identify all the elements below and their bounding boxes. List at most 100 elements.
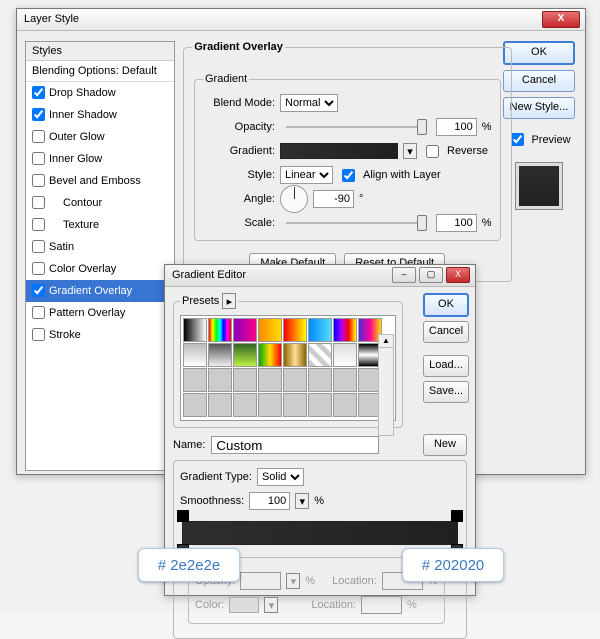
scale-slider[interactable] [286, 222, 425, 224]
style-checkbox[interactable] [32, 328, 45, 341]
style-item-satin[interactable]: Satin [26, 236, 174, 258]
style-item-outer-glow[interactable]: Outer Glow [26, 126, 174, 148]
style-item-inner-shadow[interactable]: Inner Shadow [26, 104, 174, 126]
preset-swatch[interactable] [333, 343, 357, 367]
style-checkbox[interactable] [32, 240, 45, 253]
opacity-stop-right[interactable] [451, 510, 463, 522]
style-checkbox[interactable] [32, 306, 45, 319]
angle-dial[interactable] [280, 185, 308, 213]
preset-swatch[interactable] [233, 393, 257, 417]
reverse-label: Reverse [447, 145, 488, 157]
gradient-type-select[interactable]: Solid [257, 468, 304, 486]
style-item-contour[interactable]: Contour [26, 192, 174, 214]
preset-swatch[interactable] [183, 393, 207, 417]
style-item-bevel-and-emboss[interactable]: Bevel and Emboss [26, 170, 174, 192]
angle-input[interactable] [313, 190, 354, 208]
gradient-track[interactable] [182, 521, 458, 545]
preset-swatch[interactable] [233, 343, 257, 367]
style-item-gradient-overlay[interactable]: Gradient Overlay [26, 280, 174, 302]
preset-swatch[interactable] [258, 343, 282, 367]
preset-swatch[interactable] [233, 368, 257, 392]
preset-swatch[interactable] [208, 368, 232, 392]
preset-swatch[interactable] [283, 318, 307, 342]
titlebar[interactable]: Layer Style X [17, 9, 585, 31]
scrollbar[interactable]: ▲ [378, 334, 394, 436]
style-checkbox[interactable] [32, 174, 45, 187]
style-select[interactable]: Linear [280, 166, 333, 184]
style-label: Inner Glow [49, 153, 102, 165]
ge-cancel-button[interactable]: Cancel [423, 321, 469, 343]
style-checkbox[interactable] [32, 284, 45, 297]
chevron-down-icon[interactable]: ▾ [295, 493, 309, 509]
preset-swatch[interactable] [208, 343, 232, 367]
stop-opacity-input [240, 572, 281, 590]
preset-swatch[interactable] [258, 368, 282, 392]
style-item-color-overlay[interactable]: Color Overlay [26, 258, 174, 280]
ok-button[interactable]: OK [503, 41, 575, 65]
preset-swatch[interactable] [283, 393, 307, 417]
preset-swatch[interactable] [208, 318, 232, 342]
scale-input[interactable] [436, 214, 477, 232]
styles-header[interactable]: Styles [26, 42, 174, 61]
style-checkbox[interactable] [32, 262, 45, 275]
angle-label: Angle: [203, 193, 275, 205]
blending-options[interactable]: Blending Options: Default [26, 61, 174, 82]
style-checkbox[interactable] [32, 152, 45, 165]
opacity-input[interactable] [436, 118, 477, 136]
presets-menu-icon[interactable]: ▸ [222, 293, 236, 309]
ge-save-button[interactable]: Save... [423, 381, 469, 403]
style-label: Stroke [49, 329, 81, 341]
preset-swatch[interactable] [308, 343, 332, 367]
preset-swatch[interactable] [333, 368, 357, 392]
ge-name-input[interactable] [211, 436, 379, 454]
style-checkbox[interactable] [32, 108, 45, 121]
preset-swatch[interactable] [183, 318, 207, 342]
style-label: Outer Glow [49, 131, 105, 143]
style-checkbox[interactable] [32, 86, 45, 99]
preset-swatch[interactable] [233, 318, 257, 342]
preset-swatch[interactable] [183, 343, 207, 367]
preview-checkbox[interactable] [511, 133, 524, 146]
new-style-button[interactable]: New Style... [503, 97, 575, 119]
annotation-badge-right: # 202020 [402, 548, 504, 582]
maximize-icon[interactable]: ▢ [419, 267, 443, 283]
preset-swatch[interactable] [258, 393, 282, 417]
preset-swatch[interactable] [308, 393, 332, 417]
style-item-pattern-overlay[interactable]: Pattern Overlay [26, 302, 174, 324]
ge-ok-button[interactable]: OK [423, 293, 469, 317]
minimize-icon[interactable]: – [392, 267, 416, 283]
ge-titlebar[interactable]: Gradient Editor – ▢ X [165, 265, 475, 287]
preset-swatch[interactable] [283, 343, 307, 367]
style-label: Color Overlay [49, 263, 116, 275]
preset-swatch[interactable] [308, 368, 332, 392]
smoothness-input[interactable] [249, 492, 290, 510]
preset-swatch[interactable] [333, 318, 357, 342]
style-checkbox[interactable] [32, 196, 45, 209]
gradient-picker[interactable] [280, 143, 398, 159]
ge-load-button[interactable]: Load... [423, 355, 469, 377]
dialog-buttons: OK Cancel New Style... Preview [503, 41, 575, 210]
align-checkbox[interactable] [342, 169, 355, 182]
preset-swatch[interactable] [333, 393, 357, 417]
close-icon[interactable]: X [542, 11, 580, 28]
style-item-inner-glow[interactable]: Inner Glow [26, 148, 174, 170]
preset-swatch[interactable] [283, 368, 307, 392]
style-item-texture[interactable]: Texture [26, 214, 174, 236]
reverse-checkbox[interactable] [426, 145, 439, 158]
ge-new-button[interactable]: New [423, 434, 467, 456]
style-item-stroke[interactable]: Stroke [26, 324, 174, 346]
ge-close-icon[interactable]: X [446, 267, 470, 283]
style-label: Style: [203, 169, 275, 181]
preset-swatch[interactable] [183, 368, 207, 392]
style-checkbox[interactable] [32, 218, 45, 231]
preset-swatch[interactable] [308, 318, 332, 342]
preset-swatch[interactable] [258, 318, 282, 342]
cancel-button[interactable]: Cancel [503, 70, 575, 92]
style-checkbox[interactable] [32, 130, 45, 143]
blend-mode-select[interactable]: Normal [280, 94, 338, 112]
opacity-slider[interactable] [286, 126, 425, 128]
opacity-stop-left[interactable] [177, 510, 189, 522]
chevron-down-icon[interactable]: ▾ [403, 143, 417, 159]
preset-swatch[interactable] [208, 393, 232, 417]
style-item-drop-shadow[interactable]: Drop Shadow [26, 82, 174, 104]
